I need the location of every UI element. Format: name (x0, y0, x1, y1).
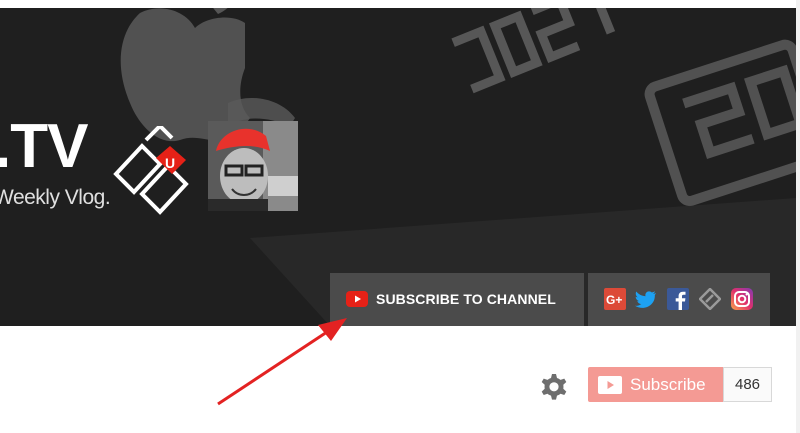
facebook-icon[interactable] (667, 288, 689, 310)
subscribe-to-channel-label: SUBSCRIBE TO CHANNEL (376, 291, 556, 307)
tag-link-icon[interactable] (699, 288, 721, 310)
youtube-play-icon (598, 376, 622, 394)
subscriber-count: 486 (723, 367, 772, 402)
google-plus-icon[interactable]: G+ (604, 288, 626, 310)
subscribe-label: Subscribe (630, 375, 706, 394)
brand-text: .TV (0, 112, 88, 181)
svg-text:G+: G+ (606, 293, 622, 307)
twitter-icon[interactable] (635, 288, 657, 310)
subscribe-to-channel-button[interactable]: SUBSCRIBE TO CHANNEL (330, 273, 584, 326)
avatar (208, 121, 298, 211)
instagram-icon[interactable] (731, 288, 753, 310)
channel-logo-icon: U (113, 126, 189, 215)
subscribe-button[interactable]: Subscribe (588, 367, 723, 402)
gear-icon[interactable] (536, 370, 570, 404)
youtube-icon (346, 291, 368, 307)
svg-text:U: U (165, 155, 175, 171)
page-edge (796, 0, 800, 433)
channel-banner: .TV Weekly Vlog. U SUBSCRIBE TO CHANNEL (0, 8, 796, 326)
social-links-bar: G+ (588, 273, 770, 326)
tagline: Weekly Vlog. (0, 186, 111, 209)
